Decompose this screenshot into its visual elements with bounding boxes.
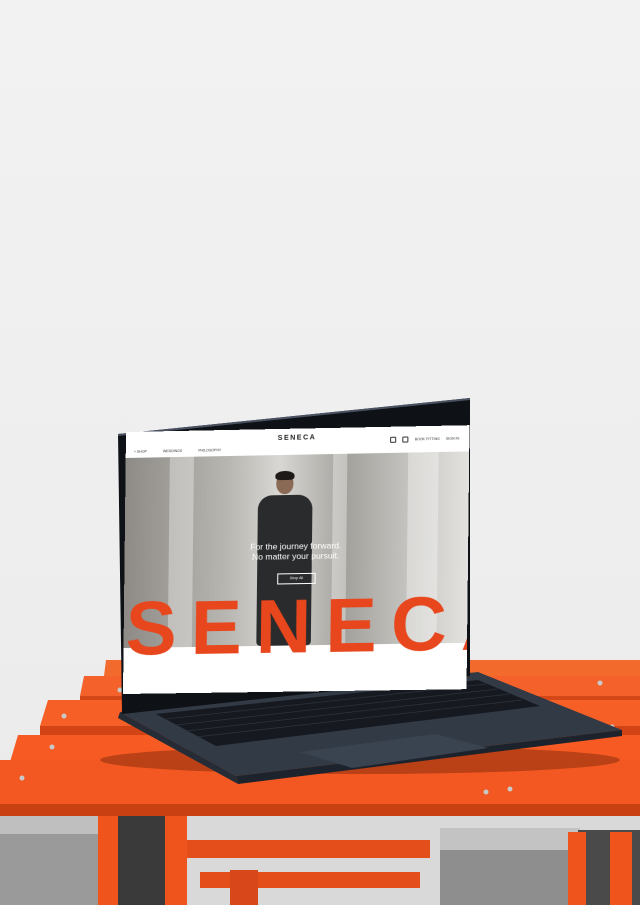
sign-in-link[interactable]: SIGN IN bbox=[446, 436, 459, 440]
nav-weddings[interactable]: WEDDINGS bbox=[163, 449, 182, 453]
site-nav: + SHOP WEDDINGS PHILOSOPHY bbox=[134, 448, 221, 454]
photo-scene: SENECA + SHOP WEDDINGS PHILOSOPHY BOOK F… bbox=[0, 0, 640, 905]
nav-shop[interactable]: + SHOP bbox=[134, 450, 147, 454]
laptop-screen: SENECA + SHOP WEDDINGS PHILOSOPHY BOOK F… bbox=[123, 425, 470, 694]
nav-philosophy[interactable]: PHILOSOPHY bbox=[198, 448, 221, 452]
site-header-right: BOOK FITTING SIGN IN bbox=[390, 435, 459, 443]
search-icon[interactable] bbox=[390, 436, 397, 443]
big-brand-wordmark: SENECA bbox=[125, 580, 470, 672]
bag-icon[interactable] bbox=[402, 436, 409, 443]
book-fitting-link[interactable]: BOOK FITTING bbox=[415, 437, 440, 442]
shop-all-button[interactable]: Shop All bbox=[277, 572, 316, 585]
